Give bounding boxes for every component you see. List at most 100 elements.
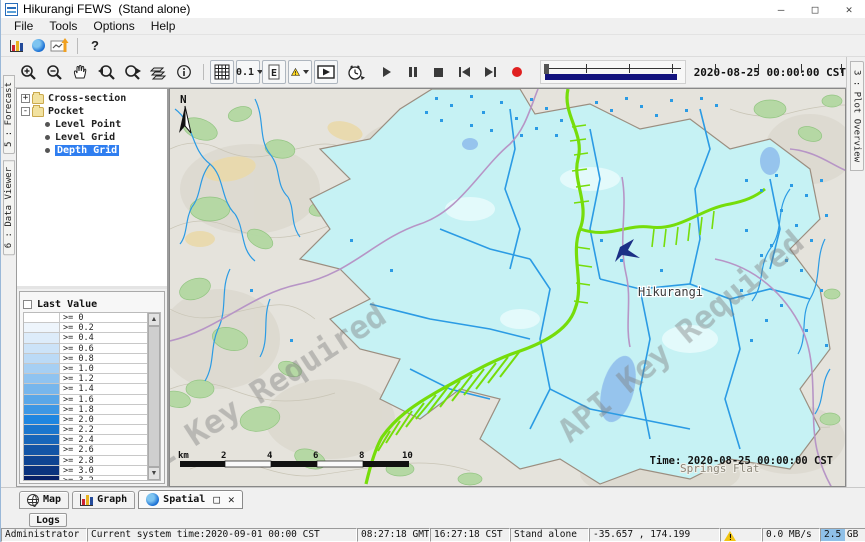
time-settings-button[interactable] (344, 60, 368, 84)
zoom-in-button[interactable] (16, 60, 40, 84)
legend-row-label: >= 0.4 (60, 333, 147, 343)
step-back-button[interactable] (453, 60, 477, 84)
stop-button[interactable] (427, 60, 451, 84)
legend-row-label: >= 1.0 (60, 364, 147, 374)
tree-item-cross-section[interactable]: + Cross-section (19, 92, 167, 105)
grid-toggle-button[interactable] (210, 60, 234, 84)
legend-row-label: >= 1.6 (60, 395, 147, 405)
legend-color-swatch (24, 425, 60, 435)
float-panel-icon[interactable]: □ (213, 493, 220, 506)
legend-row-label: >= 2.8 (60, 456, 147, 466)
step-back-icon (459, 67, 470, 77)
tree-item-label: Cross-section (48, 93, 126, 104)
maximize-button[interactable]: □ (798, 0, 832, 18)
step-forward-button[interactable] (479, 60, 503, 84)
status-alerts[interactable] (720, 528, 762, 542)
collapse-toggle[interactable]: - (21, 107, 30, 116)
map-view[interactable]: API Key Required API Key Required Hikura… (169, 88, 846, 487)
menu-file[interactable]: File (6, 18, 41, 35)
expand-toggle[interactable]: + (21, 94, 30, 103)
scroll-up-icon[interactable]: ▲ (148, 313, 160, 326)
map-toolbar: 0.1 E 2020 (1, 57, 846, 88)
legend-table: >= 0 >= 0.2 >= 0.4 (23, 312, 161, 481)
pause-icon (409, 67, 417, 77)
play-icon (383, 67, 391, 77)
tree-item-depth-grid[interactable]: Depth Grid (45, 144, 167, 157)
legend-row-label: >= 0 (60, 313, 147, 323)
legend-row: >= 1.6 (24, 395, 147, 405)
database-bars-icon (10, 40, 23, 52)
pan-button[interactable] (68, 60, 92, 84)
title-bar: Hikurangi FEWS (Stand alone) – □ ✕ (1, 0, 865, 18)
timeseries-button[interactable] (50, 36, 70, 56)
tree-item-level-point[interactable]: Level Point (45, 118, 167, 131)
help-button[interactable]: ? (85, 36, 105, 56)
info-button[interactable] (172, 60, 196, 84)
database-button[interactable] (6, 36, 26, 56)
warning-dropdown[interactable] (288, 60, 312, 84)
legend-row-label: >= 3.2 (60, 476, 147, 480)
legend-row-label: >= 0.6 (60, 344, 147, 354)
time-slider-track (545, 68, 681, 69)
status-throughput: 0.0 MB/s (762, 528, 820, 542)
animation-window-button[interactable] (314, 60, 338, 84)
tree-item-label: Level Grid (55, 132, 115, 143)
menu-options[interactable]: Options (85, 18, 142, 35)
scroll-thumb[interactable] (148, 326, 160, 467)
tab-data-viewer[interactable]: 6 : Data Viewer (3, 160, 15, 255)
tab-map[interactable]: Map (19, 491, 69, 509)
help-icon: ? (91, 38, 99, 53)
legend-row-label: >= 2.0 (60, 415, 147, 425)
close-button[interactable]: ✕ (832, 0, 865, 18)
zoom-previous-button[interactable] (94, 60, 118, 84)
zoom-out-button[interactable] (42, 60, 66, 84)
application-window: Hikurangi FEWS (Stand alone) – □ ✕ File … (0, 0, 865, 542)
legend-row: >= 0 (24, 313, 147, 323)
tab-forecast[interactable]: 5 : Forecast (3, 75, 15, 154)
threshold-dropdown[interactable]: 0.1 (236, 60, 260, 84)
scale-tick: 8 (359, 451, 364, 461)
menu-help[interactable]: Help (143, 18, 184, 35)
map-display-button[interactable] (28, 36, 48, 56)
layers-button[interactable] (146, 60, 170, 84)
logs-button[interactable]: Logs (29, 513, 67, 527)
menu-bar: File Tools Options Help (1, 18, 865, 35)
legend-row-label: >= 0.8 (60, 354, 147, 364)
last-value-checkbox[interactable] (23, 300, 32, 309)
legend-color-swatch (24, 435, 60, 445)
warning-icon (724, 531, 736, 541)
legend-row-label: >= 2.2 (60, 425, 147, 435)
legend-row: >= 2.8 (24, 456, 147, 466)
close-panel-icon[interactable]: ✕ (228, 493, 235, 506)
legend-row: >= 0.4 (24, 333, 147, 343)
time-slider-handle[interactable] (544, 64, 549, 74)
record-button[interactable] (505, 60, 529, 84)
tab-spatial-label: Spatial (163, 494, 205, 505)
zoom-next-button[interactable] (120, 60, 144, 84)
app-logo-icon (5, 3, 18, 16)
tree-item-pocket[interactable]: - Pocket (19, 105, 167, 118)
legend-row: >= 1.0 (24, 364, 147, 374)
menu-tools[interactable]: Tools (41, 18, 85, 35)
legend-row: >= 2.0 (24, 415, 147, 425)
legend-scrollbar[interactable]: ▲ ▼ (147, 313, 160, 480)
tab-graph-label: Graph (97, 494, 127, 505)
map-canvas[interactable]: API Key Required API Key Required Hikura… (170, 89, 846, 487)
tab-graph[interactable]: Graph (72, 491, 135, 509)
stop-icon (434, 68, 443, 77)
zoom-in-icon (20, 64, 37, 81)
minimize-button[interactable]: – (764, 0, 798, 18)
play-button[interactable] (375, 60, 399, 84)
legend-color-swatch (24, 344, 60, 354)
pause-button[interactable] (401, 60, 425, 84)
tab-plot-overview[interactable]: 3 : Plot Overview (850, 61, 864, 171)
tree-item-level-grid[interactable]: Level Grid (45, 131, 167, 144)
time-slider[interactable] (540, 60, 686, 84)
threshold-value: 0.1 (236, 67, 254, 78)
label-toggle-button[interactable]: E (262, 60, 286, 84)
legend-color-swatch (24, 415, 60, 425)
legend-row-label: >= 0.2 (60, 323, 147, 333)
scale-unit-label: km (178, 451, 189, 461)
scroll-down-icon[interactable]: ▼ (148, 467, 160, 480)
tab-spatial[interactable]: Spatial □ ✕ (138, 490, 242, 509)
